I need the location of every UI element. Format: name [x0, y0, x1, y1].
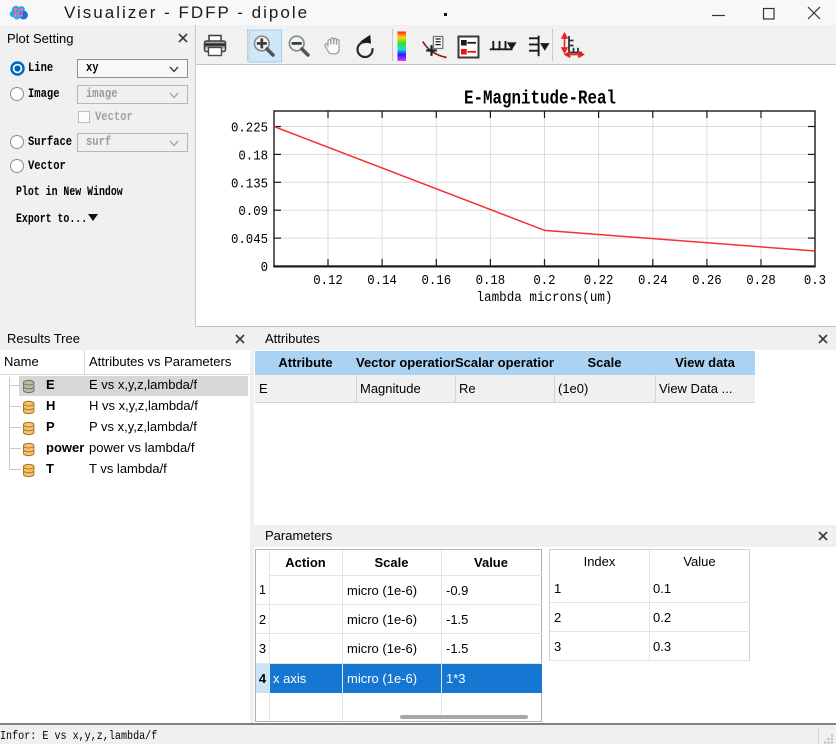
svg-text:0.225: 0.225 — [231, 121, 268, 137]
svg-text:0.09: 0.09 — [238, 204, 268, 220]
svg-text:0.12: 0.12 — [313, 273, 343, 289]
svg-text:0.14: 0.14 — [367, 273, 397, 289]
svg-text:E-Magnitude-Real: E-Magnitude-Real — [464, 88, 616, 110]
svg-text:0.24: 0.24 — [638, 273, 668, 289]
svg-text:0: 0 — [261, 260, 268, 276]
svg-text:lambda microns(um): lambda microns(um) — [477, 290, 613, 306]
svg-text:0.18: 0.18 — [476, 273, 506, 289]
svg-text:0.18: 0.18 — [238, 148, 268, 164]
svg-text:0.28: 0.28 — [746, 273, 776, 289]
svg-text:0.26: 0.26 — [692, 273, 722, 289]
svg-text:0.16: 0.16 — [422, 273, 452, 289]
svg-text:0.2: 0.2 — [533, 273, 555, 289]
svg-text:0.045: 0.045 — [231, 232, 268, 248]
svg-text:0.3: 0.3 — [804, 273, 826, 289]
svg-text:0.22: 0.22 — [584, 273, 614, 289]
svg-text:0.135: 0.135 — [231, 176, 268, 192]
